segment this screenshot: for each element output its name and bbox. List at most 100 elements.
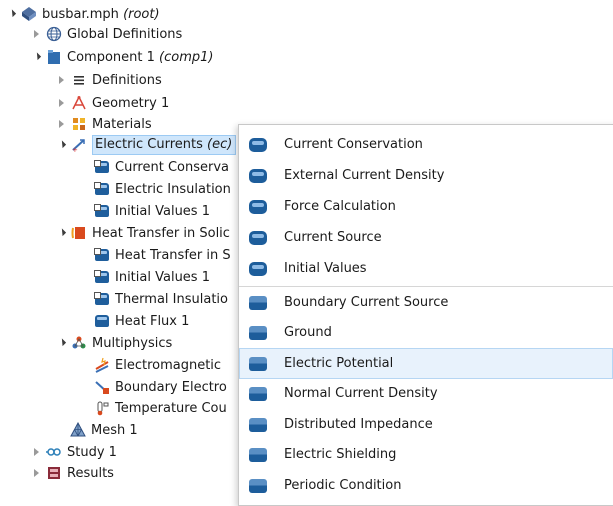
menu-item-label: Distributed Impedance [284,417,433,432]
menu-item-current-source[interactable]: Current Source [240,223,612,252]
menu-item-current-conservation[interactable]: Current Conservation [240,130,612,159]
global-definitions-label: Global Definitions [67,26,183,42]
collapse-toggle[interactable] [30,467,42,479]
menu-item-label: Boundary Current Source [284,295,449,310]
temperature-coupling-icon [94,400,110,416]
boundary-feature-icon [249,356,267,371]
menu-item-force-calculation[interactable]: Force Calculation [240,192,612,221]
geometry-label: Geometry 1 [92,95,170,111]
menu-item-label: Current Source [284,230,382,245]
tree-node-results[interactable]: Results [30,463,114,483]
tree-item-label: Electromagnetic [115,357,222,373]
model-root-icon [21,6,37,22]
tree-item-label: Heat Transfer in S [115,247,231,263]
menu-item-electric-potential[interactable]: Electric Potential [239,348,613,379]
tree-node-electric-currents[interactable]: + Electric Currents (ec) [55,135,237,155]
menu-item-label: Initial Values [284,261,367,276]
tree-node-heat-transfer[interactable]: Heat Transfer in Solic [55,223,230,243]
tree-node-component[interactable]: Component 1 (comp1) [30,47,213,67]
tree-item-label: Thermal Insulatio [115,291,228,307]
domain-feature-icon [94,248,110,262]
definitions-label: Definitions [92,72,162,88]
menu-item-label: Electric Potential [284,356,394,371]
boundary-feature-icon [94,314,110,328]
boundary-feature-icon [249,447,267,462]
tree-node-heat-flux[interactable]: Heat Flux 1 [94,311,189,331]
menu-item-electric-shielding[interactable]: Electric Shielding [240,440,612,469]
tree-node-current-conservation[interactable]: Current Conserva [94,157,229,177]
collapse-toggle[interactable] [55,97,67,109]
multiphysics-icon [71,335,87,351]
boundary-feature-icon [249,417,267,432]
svg-text:+: + [72,146,78,153]
menu-item-ground[interactable]: Ground [240,318,612,347]
electromagnetic-heating-icon [94,357,110,373]
menu-item-initial-values[interactable]: Initial Values [240,254,612,283]
menu-item-label: Normal Current Density [284,386,438,401]
domain-feature-icon [249,261,267,276]
tree-node-definitions[interactable]: Definitions [55,70,162,90]
materials-icon [71,116,87,132]
multiphysics-label: Multiphysics [92,335,173,351]
add-feature-menu: Current Conservation External Current De… [238,124,613,506]
mesh-icon [70,421,86,438]
collapse-toggle[interactable] [55,118,67,130]
mesh-label: Mesh 1 [91,422,138,438]
tree-node-study[interactable]: Study 1 [30,442,117,462]
menu-item-label: Current Conservation [284,137,423,152]
collapse-toggle[interactable] [55,74,67,86]
expand-toggle[interactable] [30,51,42,63]
menu-item-label: External Current Density [284,168,445,183]
tree-node-heat-transfer-solids[interactable]: Heat Transfer in S [94,245,231,265]
globe-icon [46,26,62,42]
heat-transfer-label: Heat Transfer in Solic [92,225,230,241]
study-label: Study 1 [67,444,117,460]
domain-feature-icon [249,230,267,245]
materials-label: Materials [92,116,152,132]
menu-item-boundary-current-source[interactable]: Boundary Current Source [240,288,612,317]
tree-node-thermal-insulation[interactable]: Thermal Insulatio [94,289,228,309]
electric-currents-icon: + [71,137,87,154]
menu-item-label: Force Calculation [284,199,396,214]
tree-node-temperature-coupling[interactable]: Temperature Cou [94,398,227,418]
tree-node-boundary-electromagnetic-heat-source[interactable]: Boundary Electro [94,377,227,397]
tree-item-label: Initial Values 1 [115,269,210,285]
menu-item-external-current-density[interactable]: External Current Density [240,161,612,190]
domain-feature-icon [249,168,267,183]
expand-toggle[interactable] [55,337,67,349]
tree-node-mesh[interactable]: Mesh 1 [70,420,138,440]
tree-node-electric-insulation[interactable]: Electric Insulation [94,179,231,199]
menu-item-distributed-impedance[interactable]: Distributed Impedance [240,410,612,439]
domain-feature-icon [94,160,110,174]
tree-node-electromagnetic-heating[interactable]: Electromagnetic [94,355,221,375]
tree-item-label: Current Conserva [115,159,230,175]
domain-feature-icon [249,137,267,152]
domain-feature-icon [249,199,267,214]
domain-feature-icon [94,270,110,284]
results-icon [46,465,62,481]
expand-toggle[interactable] [55,227,67,239]
tree-node-initial-values-ht[interactable]: Initial Values 1 [94,267,210,287]
collapse-toggle[interactable] [30,28,42,40]
boundary-feature-icon [94,182,110,196]
tree-node-multiphysics[interactable]: Multiphysics [55,333,172,353]
tree-node-global-definitions[interactable]: Global Definitions [30,24,182,44]
menu-separator [239,286,613,287]
collapse-toggle[interactable] [30,446,42,458]
tree-node-materials[interactable]: Materials [55,114,152,134]
root-label: busbar.mph (root) [42,6,160,22]
expand-toggle[interactable] [5,8,17,20]
expand-toggle[interactable] [55,139,67,151]
menu-item-periodic-condition[interactable]: Periodic Condition [240,471,612,500]
boundary-feature-icon [94,292,110,306]
electric-currents-label: Electric Currents (ec) [92,135,237,155]
geometry-compass-icon [71,95,87,111]
tree-node-geometry[interactable]: Geometry 1 [55,93,169,113]
tree-item-label: Temperature Cou [115,400,227,416]
study-icon [46,444,62,460]
tree-node-root[interactable]: busbar.mph (root) [5,4,160,24]
tree-node-initial-values-ec[interactable]: Initial Values 1 [94,201,210,221]
definitions-list-icon [71,72,87,88]
tree-item-label: Electric Insulation [115,181,231,197]
menu-item-normal-current-density[interactable]: Normal Current Density [240,379,612,408]
